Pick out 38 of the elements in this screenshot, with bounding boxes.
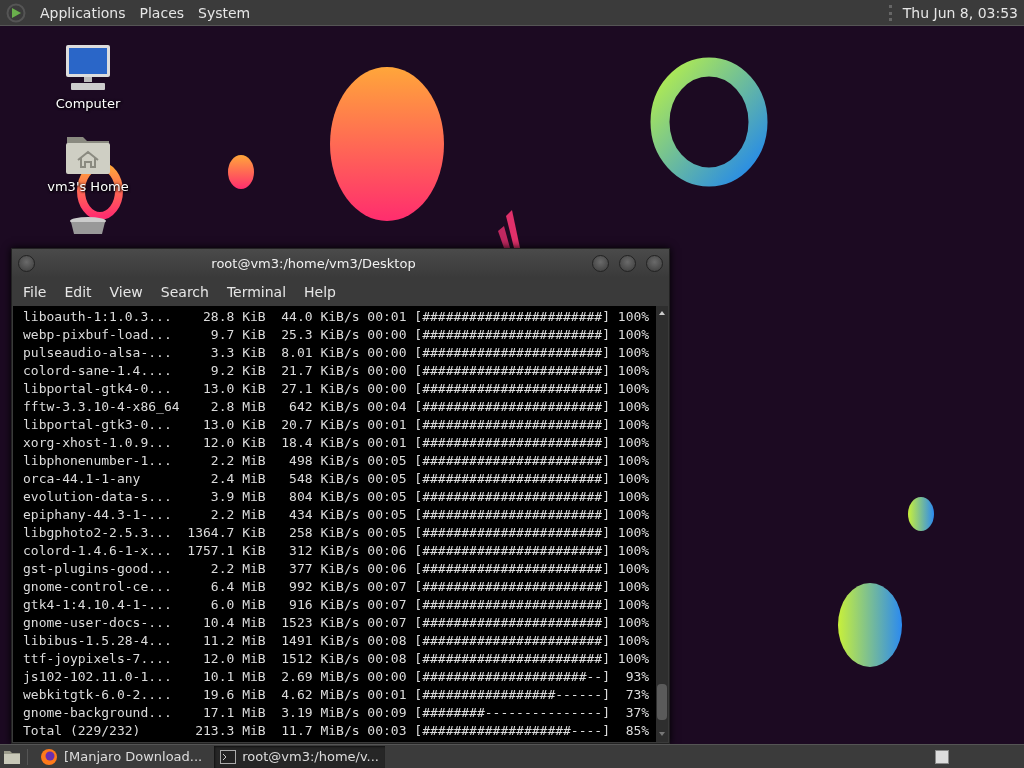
clock[interactable]: Thu Jun 8, 03:53 xyxy=(902,4,1018,21)
terminal-line: evolution-data-s... 3.9 MiB 804 KiB/s 00:05 [#######################] 100% xyxy=(23,488,651,506)
terminal-line: pulseaudio-alsa-... 3.3 KiB 8.01 KiB/s 00:00 [#######################] 100% xyxy=(23,344,651,362)
terminal-line: Total (229/232) 213.3 MiB 11.7 MiB/s 00:03 [###################----] 85% xyxy=(23,722,651,740)
icon-label[interactable]: Computer xyxy=(55,96,121,111)
terminal-line: liboauth-1:1.0.3... 28.8 KiB 44.0 KiB/s 00:01 [#######################] 100% xyxy=(23,308,651,326)
terminal-line: libportal-gtk3-0... 13.0 KiB 20.7 KiB/s 00:01 [#######################] 100% xyxy=(23,416,651,434)
terminal-line: fftw-3.3.10-4-x86_64 2.8 MiB 642 KiB/s 00:04 [#######################] 100% xyxy=(23,398,651,416)
menu-item[interactable]: Search xyxy=(151,284,218,300)
terminal-line: gtk4-1:4.10.4-1-... 6.0 MiB 916 KiB/s 00:07 [#######################] 100% xyxy=(23,596,651,614)
menu-item[interactable]: File xyxy=(14,284,56,300)
terminal-line: libibus-1.5.28-4... 11.2 MiB 1491 KiB/s 00:08 [#######################] 100% xyxy=(23,632,651,650)
terminal-line: libgphoto2-2.5.3... 1364.7 KiB 258 KiB/s 00:05 [#######################] 100% xyxy=(23,524,651,542)
menu-item[interactable]: View xyxy=(100,284,152,300)
taskbar-button[interactable]: root@vm3:/home/v... xyxy=(214,745,385,768)
panel-menu[interactable]: Places xyxy=(139,4,185,21)
terminal-line: ttf-joypixels-7.... 12.0 MiB 1512 KiB/s 00:08 [#######################] 100% xyxy=(23,650,651,668)
terminal-line: gnome-background... 17.1 MiB 3.19 MiB/s 00:09 [########---------------] 37% xyxy=(23,704,651,722)
terminal-line: orca-44.1-1-any 2.4 MiB 548 KiB/s 00:05 [#######################] 100% xyxy=(23,470,651,488)
terminal-line: epiphany-44.3-1-... 2.2 MiB 434 KiB/s 00:05 [#######################] 100% xyxy=(23,506,651,524)
menu-item[interactable]: Help xyxy=(295,284,345,300)
terminal-line: gnome-control-ce... 6.4 MiB 992 KiB/s 00:07 [#######################] 100% xyxy=(23,578,651,596)
taskbar-button[interactable]: [Manjaro Download... xyxy=(34,745,209,768)
terminal-line: gnome-user-docs-... 10.4 MiB 1523 KiB/s 00:07 [#######################] 100% xyxy=(23,614,651,632)
terminal-line: libportal-gtk4-0... 13.0 KiB 27.1 KiB/s 00:00 [#######################] 100% xyxy=(23,380,651,398)
terminal-line: colord-1.4.6-1-x... 1757.1 KiB 312 KiB/s 00:06 [#######################] 100% xyxy=(23,542,651,560)
terminal-line: gst-plugins-good... 2.2 MiB 377 KiB/s 00:06 [#######################] 100% xyxy=(23,560,651,578)
terminal-line: webkitgtk-6.0-2.... 19.6 MiB 4.62 MiB/s 00:01 [#################------] 73% xyxy=(23,686,651,704)
terminal-line: libphonenumber-1... 2.2 MiB 498 KiB/s 00:05 [#######################] 100% xyxy=(23,452,651,470)
terminal-line: colord-sane-1.4.... 9.2 KiB 21.7 KiB/s 00:00 [#######################] 100% xyxy=(23,362,651,380)
menu-item[interactable]: Edit xyxy=(55,284,101,300)
terminal-line: webp-pixbuf-load... 9.7 KiB 25.3 KiB/s 00:00 [#######################] 100% xyxy=(23,326,651,344)
menu-item[interactable]: Terminal xyxy=(217,284,296,300)
terminal-line: js102-102.11.0-1... 10.1 MiB 2.69 MiB/s 00:00 [#####################--] 93% xyxy=(23,668,651,686)
window-title: root@vm3:/home/vm3/Desktop xyxy=(210,256,417,271)
panel-menu[interactable]: Applications xyxy=(40,4,126,21)
panel-menu[interactable]: System xyxy=(198,4,251,21)
terminal-line: xorg-xhost-1.0.9... 12.0 KiB 18.4 KiB/s 00:01 [#######################] 100% xyxy=(23,434,651,452)
